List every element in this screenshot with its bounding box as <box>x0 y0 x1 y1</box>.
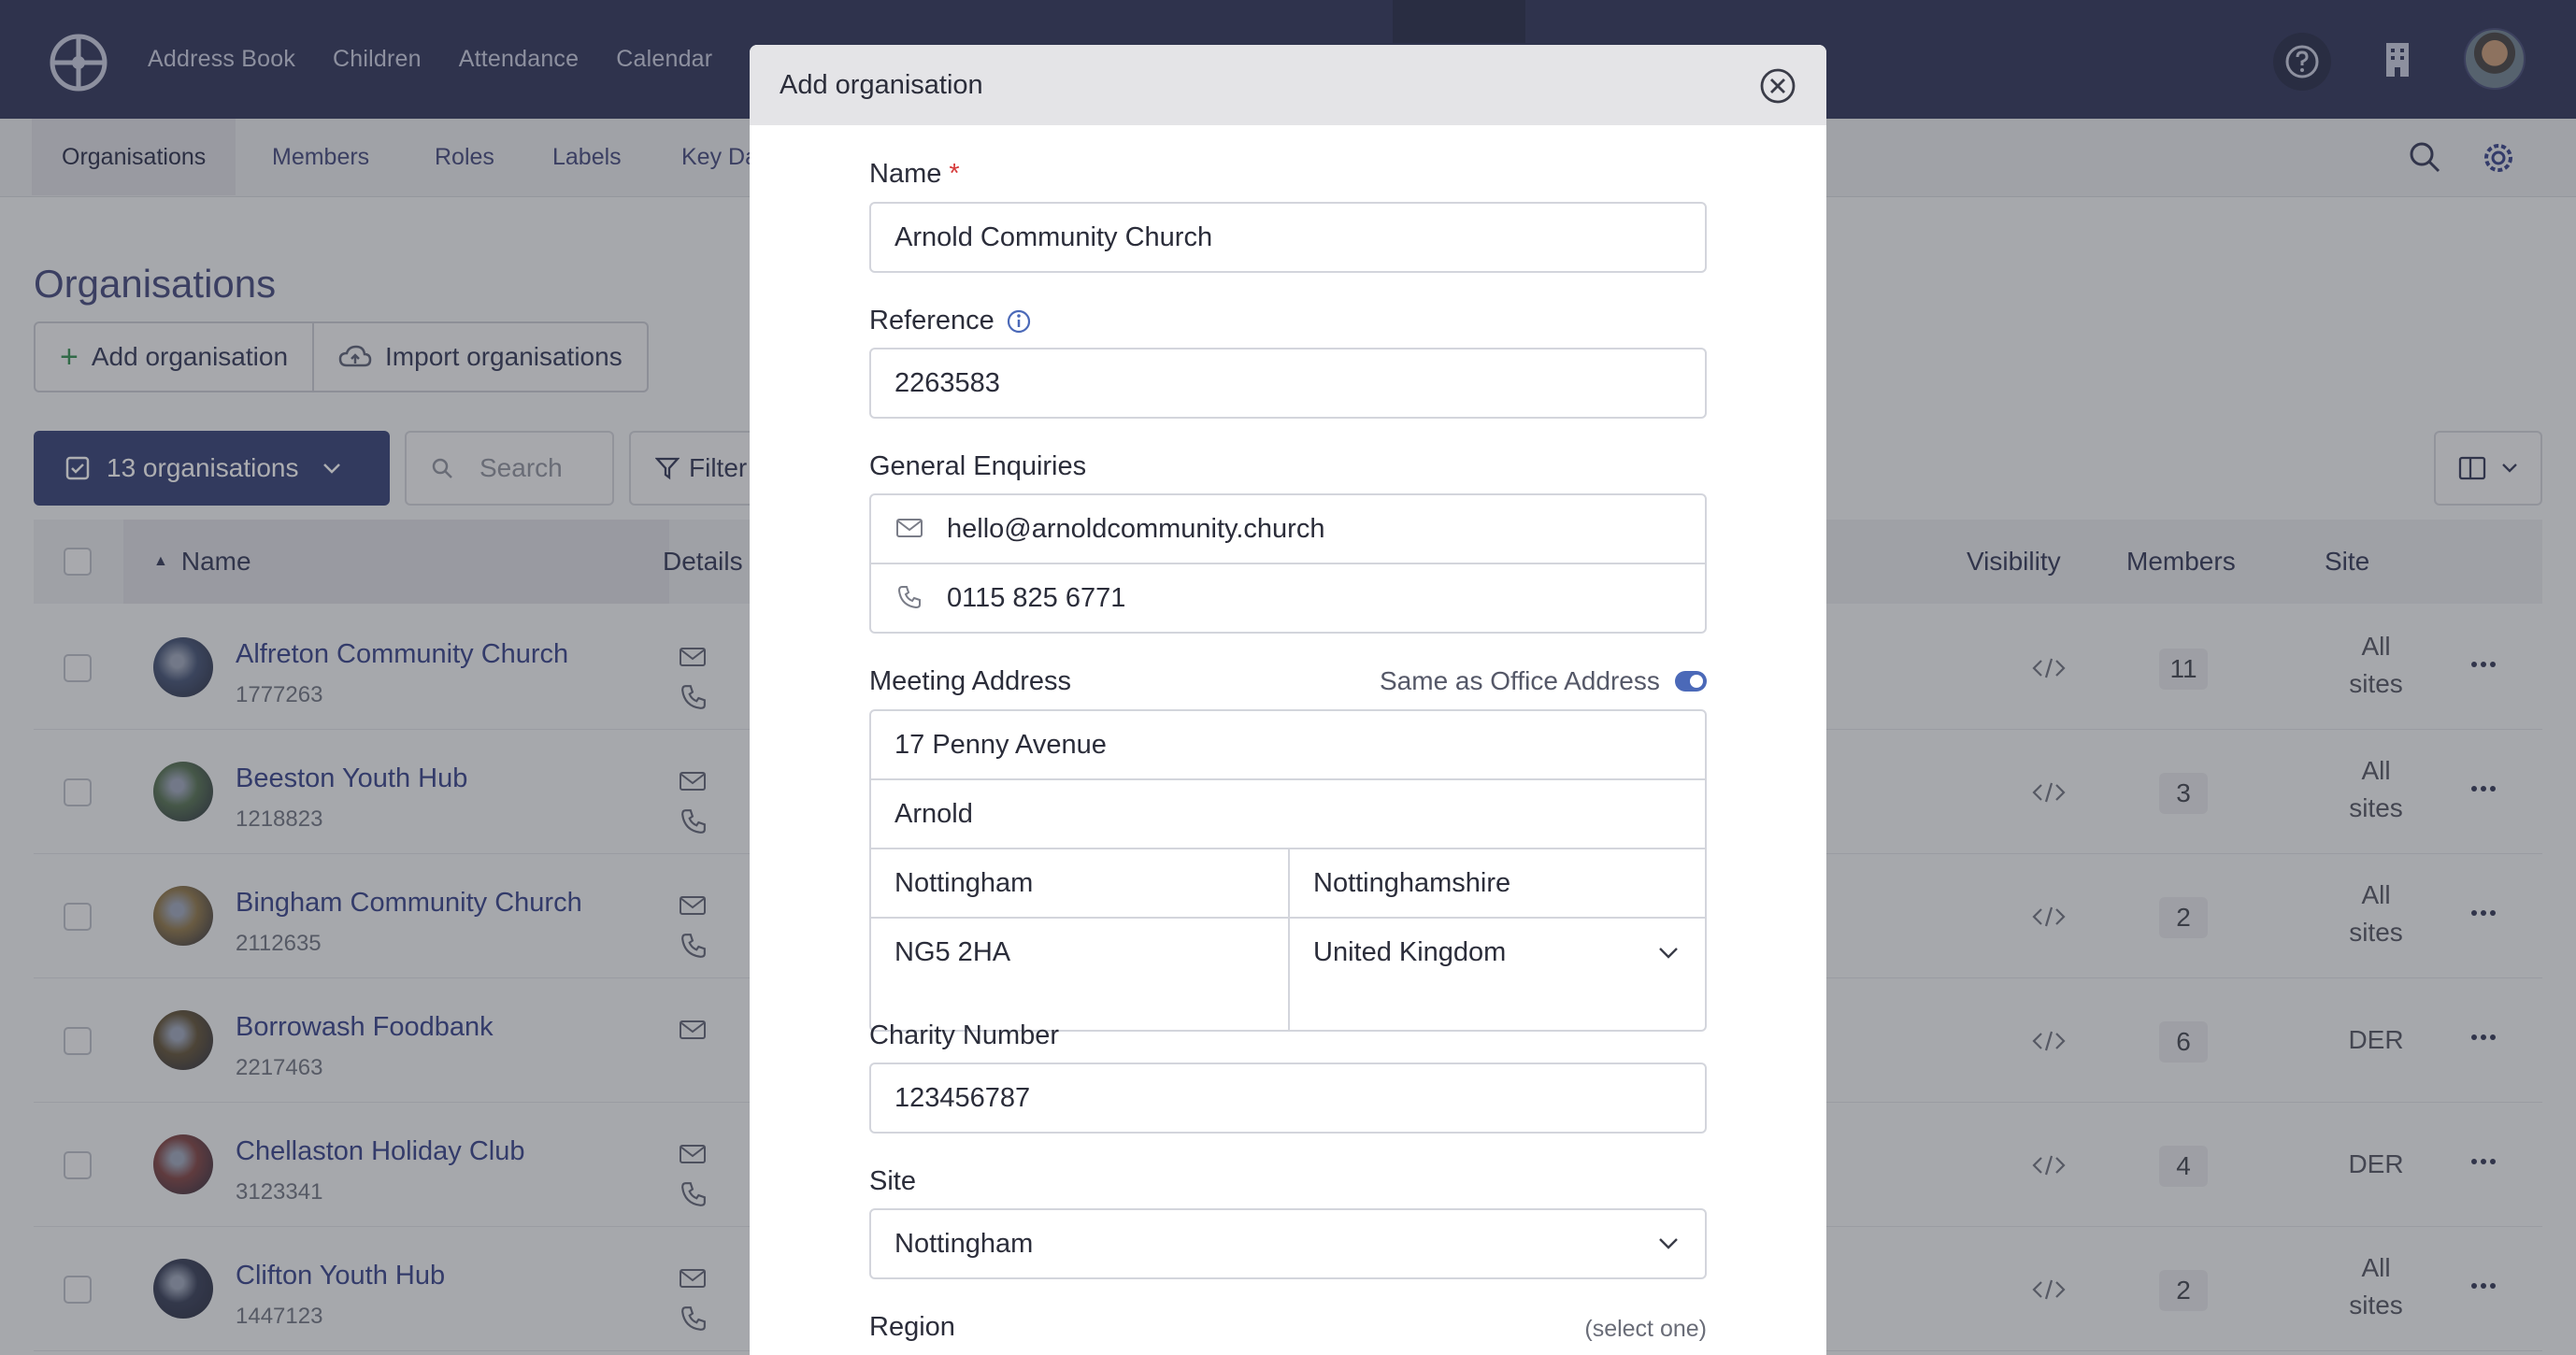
address-line1-input[interactable]: 17 Penny Avenue <box>871 711 1705 778</box>
charity-number-label: Charity Number <box>869 1020 1060 1050</box>
divider <box>1288 849 1290 1030</box>
chevron-down-icon <box>1659 948 1678 959</box>
meeting-address-label: Meeting Address <box>869 666 1072 696</box>
email-icon <box>896 519 923 537</box>
name-label: Name * <box>869 159 960 190</box>
region-label: Region <box>869 1312 955 1342</box>
reference-label: Reference <box>869 306 1032 336</box>
add-organisation-modal: Add organisation Name * Arnold Community… <box>750 45 1826 1355</box>
info-icon[interactable] <box>1006 308 1032 335</box>
email-input[interactable]: hello@arnoldcommunity.church <box>923 495 1324 563</box>
meeting-address-group: 17 Penny Avenue Arnold Nottingham Nottin… <box>869 709 1707 1032</box>
close-icon[interactable] <box>1759 67 1796 105</box>
postcode-input[interactable]: NG5 2HA <box>871 919 1288 986</box>
region-hint: (select one) <box>1584 1316 1707 1342</box>
phone-icon <box>897 586 921 609</box>
chevron-down-icon <box>1659 1238 1678 1249</box>
name-input[interactable]: Arnold Community Church <box>869 202 1707 273</box>
reference-label-text: Reference <box>869 306 995 335</box>
site-label: Site <box>869 1166 916 1196</box>
general-enquiries-label: General Enquiries <box>869 451 1087 481</box>
modal-title: Add organisation <box>780 69 983 100</box>
country-select[interactable]: United Kingdom <box>1290 919 1705 986</box>
charity-number-input[interactable]: 123456787 <box>869 1063 1707 1134</box>
required-asterisk: * <box>949 159 960 189</box>
county-input[interactable]: Nottinghamshire <box>1290 849 1705 917</box>
address-line2-input[interactable]: Arnold <box>871 780 1705 848</box>
same-as-office-label: Same as Office Address <box>1380 666 1660 695</box>
reference-input[interactable]: 2263583 <box>869 348 1707 419</box>
site-select-value: Nottingham <box>894 1228 1034 1259</box>
same-as-office-toggle[interactable] <box>1675 671 1707 692</box>
name-label-text: Name <box>869 159 942 189</box>
modal-header: Add organisation <box>750 45 1826 125</box>
general-enquiries-group: hello@arnoldcommunity.church 0115 825 67… <box>869 493 1707 634</box>
site-select[interactable]: Nottingham <box>869 1208 1707 1279</box>
phone-input[interactable]: 0115 825 6771 <box>923 564 1125 632</box>
city-input[interactable]: Nottingham <box>871 849 1288 917</box>
